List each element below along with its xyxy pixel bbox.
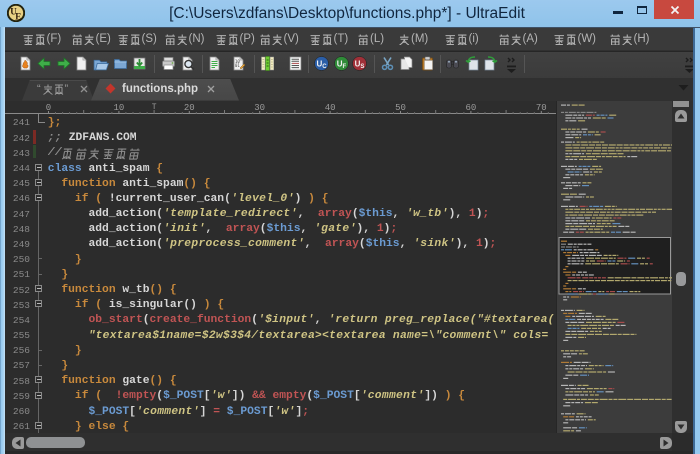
svg-text:T: T [151,103,156,112]
svg-text:01: 01 [235,63,240,68]
